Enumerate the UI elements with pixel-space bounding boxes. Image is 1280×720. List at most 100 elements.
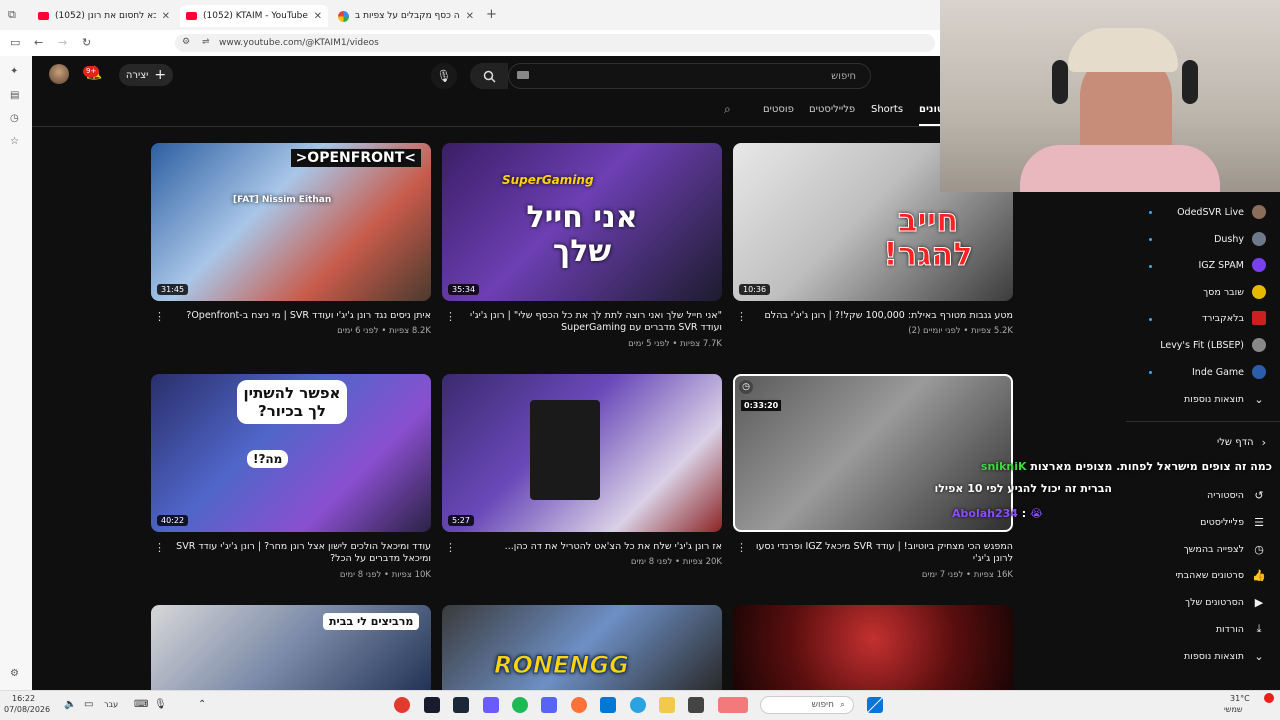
sidebar-subscription[interactable]: Levy's Fit (LBSEP) [1116, 333, 1266, 357]
video-title[interactable]: המפגש הכי מצחיק ביוטיוב! | עודד SVR מיכא… [748, 541, 1013, 565]
sidebar-item-history[interactable]: היסטוריה ↺ [1116, 483, 1266, 507]
keyboard-icon[interactable]: ⌨ [134, 699, 148, 710]
more-options-icon[interactable]: ⋮ [736, 541, 747, 554]
network-icon[interactable]: ▭ [84, 699, 93, 710]
thumbnail-text: אני חייל שלך [526, 200, 638, 269]
sidebar-item-playlists[interactable]: פלייליסטים ☰ [1116, 510, 1266, 534]
more-options-icon[interactable]: ⋮ [445, 310, 456, 323]
site-info-icon[interactable]: ⚙ [182, 37, 190, 47]
file-explorer-icon[interactable] [659, 697, 675, 713]
sidebar-item-your-videos[interactable]: הסרטונים שלך ▶ [1116, 590, 1266, 614]
reload-icon[interactable]: ↻ [82, 36, 91, 49]
channel-search-icon[interactable]: ⌕ [724, 102, 731, 117]
video-thumbnail[interactable]: מרביצים לי בבית [151, 605, 431, 690]
search-input[interactable]: חיפוש [508, 63, 871, 89]
app-icon[interactable] [424, 697, 440, 713]
tab-playlists[interactable]: פלייליסטים [809, 104, 855, 115]
new-tab-button[interactable]: + [486, 7, 497, 22]
sidebar-subscription[interactable]: Dushy [1116, 227, 1266, 251]
tab-close-icon[interactable]: ✕ [466, 11, 474, 22]
video-thumbnail[interactable]: אפשר להשתין לך בכיור? מה?! 40:22 [151, 374, 431, 532]
sidebar-show-more[interactable]: תוצאות נוספות ⌄ [1116, 644, 1266, 668]
sidebar-subscription[interactable]: שובר מסך [1116, 280, 1266, 304]
search-button[interactable] [470, 63, 508, 89]
clock-time[interactable]: 16:22 [12, 694, 35, 703]
sidebar-subscription[interactable]: Inde Game [1116, 360, 1266, 384]
create-button[interactable]: יצירה + [119, 64, 173, 86]
video-thumbnail[interactable]: RONENGG [442, 605, 722, 690]
video-thumbnail[interactable] [733, 605, 1013, 690]
chat-text: כמה זה צופים מישראל לפחות. מצופים מארצות [1030, 460, 1272, 473]
video-title[interactable]: "אני חייל שלך ואני רוצה לתת לך את כל הכס… [457, 310, 722, 334]
voice-search-mic-icon[interactable]: 🎙 [431, 63, 457, 89]
more-options-icon[interactable]: ⋮ [154, 541, 165, 554]
tab-close-icon[interactable]: ✕ [162, 11, 170, 22]
store-icon[interactable] [600, 697, 616, 713]
url-text: www.youtube.com/@KTAIM1/videos [219, 38, 379, 48]
video-title[interactable]: איתן ניסים נגד רונן ג'יג'י ועודד SVR | מ… [166, 310, 431, 322]
more-options-icon[interactable]: ⋮ [736, 310, 747, 323]
firefox-icon[interactable] [571, 697, 587, 713]
video-thumbnail[interactable]: >OPENFRONT< [FAT] Nissim Eithan 31:45 [151, 143, 431, 301]
volume-icon[interactable]: 🔈 [64, 699, 76, 710]
tab-posts[interactable]: פוסטים [763, 104, 794, 115]
video-title[interactable]: מטע גנבות מטורף באילת: 100,000 שקל!? | ר… [748, 310, 1013, 322]
app-icon[interactable] [718, 697, 748, 713]
video-meta: 20K צפיות • לפני 8 ימים [630, 557, 722, 567]
sidebar-you-header[interactable]: הדף שלי › [1116, 430, 1266, 454]
notification-badge[interactable] [1264, 693, 1274, 703]
sidebar-show-more[interactable]: תוצאות נוספות ⌄ [1116, 387, 1266, 411]
tab-shorts[interactable]: Shorts [871, 104, 903, 115]
windows-start-icon[interactable] [867, 697, 883, 713]
weather-temp[interactable]: 31°C [1230, 694, 1250, 703]
tab-actions-icon[interactable]: ⧉ [8, 8, 16, 22]
video-title[interactable]: עודד ומיכאל הולכים לישון אצל רונן מחר? |… [166, 541, 431, 565]
mic-icon[interactable]: 🎙 [154, 699, 167, 710]
video-title[interactable]: אז רונן ג'יג'י שלח את כל הצ'אט להטריל את… [457, 541, 722, 553]
sidebar-item-watch-later[interactable]: לצפייה בהמשך ◷ [1116, 537, 1266, 561]
browser-tab-active[interactable]: (1052) KTAIM - YouTube ✕ [180, 5, 328, 27]
watch-later-icon[interactable]: ◷ [739, 380, 753, 394]
keyboard-icon[interactable] [517, 71, 529, 79]
rail-settings-icon[interactable]: ⚙ [10, 668, 19, 679]
forward-icon[interactable]: → [58, 36, 67, 49]
discord-icon[interactable] [541, 697, 557, 713]
sidebar-subscription[interactable]: בלאקבירד [1116, 306, 1266, 330]
browser-tab[interactable]: (1052) הוא בא לחסום את רונן ✕ [32, 5, 176, 27]
rail-copilot-icon[interactable]: ✦ [10, 66, 18, 77]
taskbar-search[interactable]: חיפוש ⌕ [760, 696, 854, 714]
sidebar-toggle-icon[interactable]: ▭ [10, 36, 20, 49]
clock-date[interactable]: 07/08/2026 [4, 705, 50, 714]
video-thumbnail[interactable]: SuperGaming אני חייל שלך 35:34 [442, 143, 722, 301]
edge-icon[interactable] [630, 697, 646, 713]
spotify-icon[interactable] [512, 697, 528, 713]
search-placeholder: חיפוש [831, 70, 856, 82]
browser-tab[interactable]: כמה כסף מקבלים על צפיות ב... ✕ [332, 5, 480, 27]
thumbnail-text: [FAT] Nissim Eithan [233, 195, 332, 205]
back-icon[interactable]: ← [34, 36, 43, 49]
page-settings-icon[interactable]: ⇌ [202, 37, 210, 47]
tray-chevron-icon[interactable]: ⌃ [198, 699, 206, 710]
weather-label[interactable]: שמשי [1224, 705, 1243, 714]
app-icon[interactable] [483, 697, 499, 713]
app-icon[interactable] [688, 697, 704, 713]
video-meta: 8.2K צפיות • לפני 6 ימים [337, 326, 431, 336]
rail-collections-icon[interactable]: ▤ [10, 90, 19, 101]
avatar[interactable] [49, 64, 69, 84]
sidebar-subscription[interactable]: OdedSVR Live [1116, 200, 1266, 224]
tab-close-icon[interactable]: ✕ [314, 11, 322, 22]
create-label: יצירה [125, 69, 149, 81]
sidebar-item-liked-videos[interactable]: סרטונים שאהבתי 👍 [1116, 563, 1266, 587]
input-language[interactable]: עבר [104, 700, 118, 709]
rail-favorites-icon[interactable]: ☆ [10, 136, 19, 147]
sidebar-subscription[interactable]: IGZ SPAM [1116, 253, 1266, 277]
more-options-icon[interactable]: ⋮ [154, 310, 165, 323]
headphones [1052, 60, 1068, 104]
url-bar[interactable]: www.youtube.com/@KTAIM1/videos [175, 34, 935, 52]
rail-history-icon[interactable]: ◷ [10, 113, 19, 124]
sidebar-item-downloads[interactable]: הורדות ⤓ [1116, 617, 1266, 641]
app-icon[interactable] [394, 697, 410, 713]
steam-icon[interactable] [453, 697, 469, 713]
more-options-icon[interactable]: ⋮ [445, 541, 456, 554]
video-thumbnail[interactable]: 5:27 [442, 374, 722, 532]
